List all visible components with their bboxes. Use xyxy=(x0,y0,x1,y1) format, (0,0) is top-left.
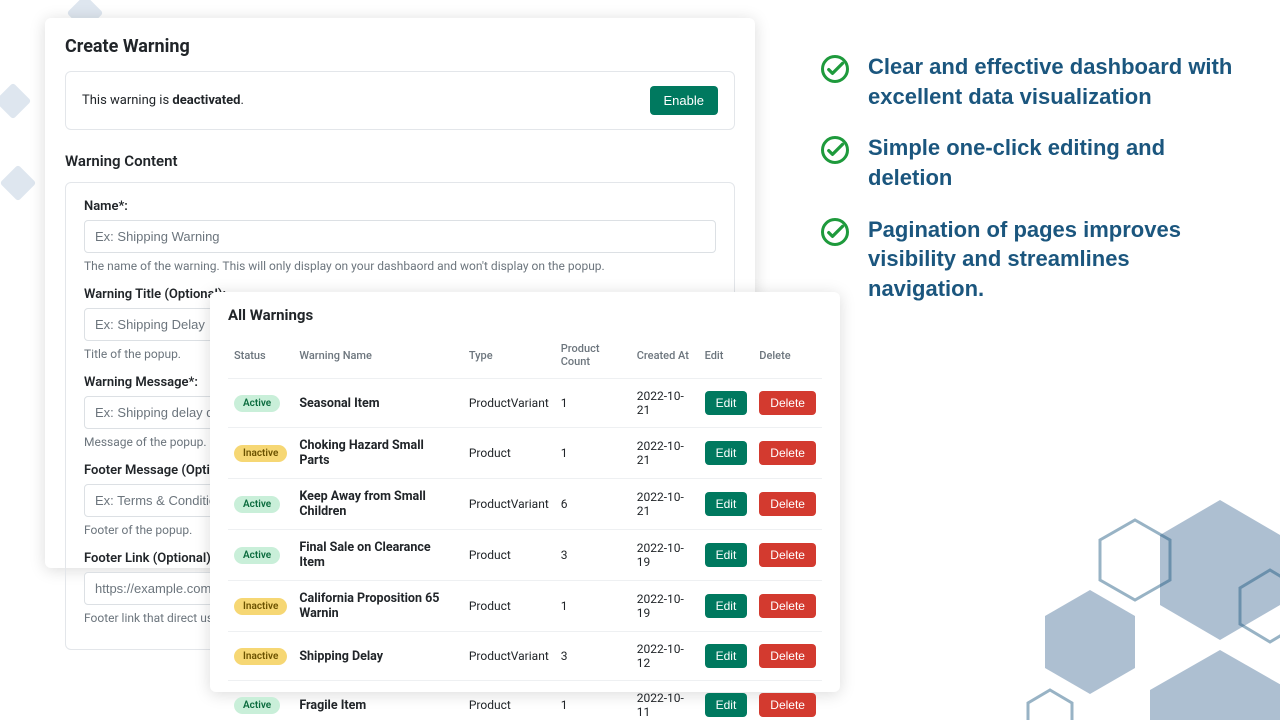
name-help: The name of the warning. This will only … xyxy=(84,259,716,273)
col-type: Type xyxy=(463,334,555,379)
hexagon-decoration-icon xyxy=(960,460,1280,720)
warning-name: California Proposition 65 Warnin xyxy=(293,581,462,632)
warning-type: ProductVariant xyxy=(463,379,555,428)
delete-button[interactable]: Delete xyxy=(759,693,816,717)
warning-name: Fragile Item xyxy=(293,681,462,720)
status-banner: This warning is deactivated. Enable xyxy=(65,71,735,130)
created-at: 2022-10-21 xyxy=(631,428,699,479)
check-circle-icon xyxy=(820,54,850,88)
table-row: Inactive Shipping DelayProductVariant3202… xyxy=(228,632,822,681)
table-row: Inactive California Proposition 65 Warnin… xyxy=(228,581,822,632)
warning-name: Shipping Delay xyxy=(293,632,462,681)
section-title: Warning Content xyxy=(65,152,735,170)
feature-item: Pagination of pages improves visibility … xyxy=(820,215,1240,304)
table-row: Active Keep Away from Small ChildrenProdu… xyxy=(228,479,822,530)
product-count: 1 xyxy=(555,428,631,479)
warning-name: Final Sale on Clearance Item xyxy=(293,530,462,581)
product-count: 1 xyxy=(555,379,631,428)
warning-type: ProductVariant xyxy=(463,632,555,681)
created-at: 2022-10-21 xyxy=(631,479,699,530)
delete-button[interactable]: Delete xyxy=(759,492,816,516)
status-badge: Inactive xyxy=(234,598,287,615)
enable-button[interactable]: Enable xyxy=(650,86,718,115)
name-input[interactable] xyxy=(84,220,716,253)
product-count: 6 xyxy=(555,479,631,530)
all-warnings-title: All Warnings xyxy=(228,306,822,324)
edit-button[interactable]: Edit xyxy=(705,644,748,668)
delete-button[interactable]: Delete xyxy=(759,441,816,465)
page-title: Create Warning xyxy=(65,36,735,57)
status-badge: Active xyxy=(234,395,280,412)
feature-item: Clear and effective dashboard with excel… xyxy=(820,52,1240,111)
created-at: 2022-10-19 xyxy=(631,530,699,581)
feature-text: Clear and effective dashboard with excel… xyxy=(868,52,1240,111)
warnings-table: Status Warning Name Type Product Count C… xyxy=(228,334,822,720)
product-count: 1 xyxy=(555,581,631,632)
edit-button[interactable]: Edit xyxy=(705,492,748,516)
product-count: 3 xyxy=(555,530,631,581)
warning-type: Product xyxy=(463,581,555,632)
product-count: 3 xyxy=(555,632,631,681)
col-created: Created At xyxy=(631,334,699,379)
name-label: Name*: xyxy=(84,199,716,214)
feature-text: Simple one-click editing and deletion xyxy=(868,133,1240,192)
delete-button[interactable]: Delete xyxy=(759,543,816,567)
product-count: 1 xyxy=(555,681,631,720)
table-row: Active Final Sale on Clearance ItemProduc… xyxy=(228,530,822,581)
status-badge: Active xyxy=(234,496,280,513)
table-row: Active Seasonal ItemProductVariant12022-1… xyxy=(228,379,822,428)
col-status: Status xyxy=(228,334,293,379)
warning-name: Choking Hazard Small Parts xyxy=(293,428,462,479)
edit-button[interactable]: Edit xyxy=(705,543,748,567)
col-count: Product Count xyxy=(555,334,631,379)
status-badge: Active xyxy=(234,697,280,714)
status-badge: Inactive xyxy=(234,445,287,462)
status-badge: Inactive xyxy=(234,648,287,665)
feature-item: Simple one-click editing and deletion xyxy=(820,133,1240,192)
warning-type: Product xyxy=(463,530,555,581)
table-row: Inactive Choking Hazard Small PartsProduc… xyxy=(228,428,822,479)
check-circle-icon xyxy=(820,217,850,251)
col-delete: Delete xyxy=(753,334,822,379)
warning-type: Product xyxy=(463,681,555,720)
edit-button[interactable]: Edit xyxy=(705,693,748,717)
col-edit: Edit xyxy=(699,334,754,379)
check-circle-icon xyxy=(820,135,850,169)
created-at: 2022-10-21 xyxy=(631,379,699,428)
created-at: 2022-10-12 xyxy=(631,632,699,681)
table-row: Active Fragile ItemProduct12022-10-11Edit… xyxy=(228,681,822,720)
status-badge: Active xyxy=(234,547,280,564)
warning-type: ProductVariant xyxy=(463,479,555,530)
warning-type: Product xyxy=(463,428,555,479)
created-at: 2022-10-19 xyxy=(631,581,699,632)
col-name: Warning Name xyxy=(293,334,462,379)
edit-button[interactable]: Edit xyxy=(705,594,748,618)
edit-button[interactable]: Edit xyxy=(705,441,748,465)
edit-button[interactable]: Edit xyxy=(705,391,748,415)
created-at: 2022-10-11 xyxy=(631,681,699,720)
delete-button[interactable]: Delete xyxy=(759,391,816,415)
feature-text: Pagination of pages improves visibility … xyxy=(868,215,1240,304)
warning-name: Keep Away from Small Children xyxy=(293,479,462,530)
delete-button[interactable]: Delete xyxy=(759,644,816,668)
feature-list: Clear and effective dashboard with excel… xyxy=(820,52,1240,326)
warning-name: Seasonal Item xyxy=(293,379,462,428)
all-warnings-panel: All Warnings Status Warning Name Type Pr… xyxy=(210,292,840,692)
status-banner-text: This warning is deactivated. xyxy=(82,93,244,108)
delete-button[interactable]: Delete xyxy=(759,594,816,618)
